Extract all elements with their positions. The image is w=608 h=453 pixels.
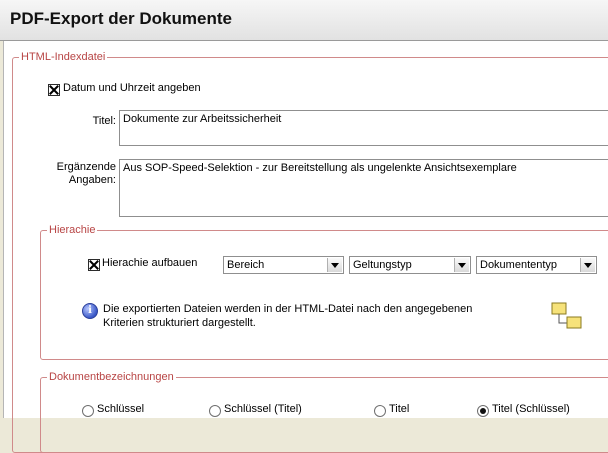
hierarchy-level2-value: Geltungstyp: [353, 259, 412, 271]
info-icon: i: [82, 303, 98, 319]
build-hierarchy-checkbox[interactable]: [88, 259, 100, 271]
doc-names-legend: Dokumentbezeichnungen: [49, 371, 174, 383]
extra-info-input[interactable]: Aus SOP-Speed-Selektion - zur Bereitstel…: [119, 159, 608, 217]
hierarchy-level3-value: Dokumententyp: [480, 259, 558, 271]
datetime-label: Datum und Uhrzeit angeben: [63, 82, 201, 94]
folder-tree-icon: [551, 302, 582, 329]
chevron-down-icon[interactable]: [454, 258, 469, 272]
chevron-down-icon[interactable]: [580, 258, 595, 272]
hierarchy-level1-value: Bereich: [227, 259, 265, 271]
radio-schluessel-titel[interactable]: [209, 405, 221, 417]
dialog-title: PDF-Export der Dokumente: [10, 9, 232, 28]
hierarchy-info-line1: Die exportierten Dateien werden in der H…: [103, 303, 473, 315]
radio-titel-label: Titel: [389, 403, 410, 415]
hierarchy-group: Hierachie: [40, 224, 608, 360]
hierarchy-info-line2: Kriterien strukturiert dargestellt.: [103, 317, 256, 329]
extra-info-label-line1: Ergänzende: [56, 161, 116, 173]
hierarchy-legend: Hierachie: [49, 224, 96, 236]
radio-titel-schluessel-label: Titel (Schlüssel): [492, 403, 570, 415]
title-input[interactable]: Dokumente zur Arbeitssicherheit: [119, 110, 608, 146]
dialog-content: HTML-Indexdatei Datum und Uhrzeit angebe…: [3, 41, 608, 453]
html-index-legend: HTML-Indexdatei: [21, 51, 106, 63]
hierarchy-level2-select[interactable]: Geltungstyp: [349, 256, 471, 274]
build-hierarchy-label: Hierachie aufbauen: [102, 257, 198, 269]
radio-schluessel[interactable]: [82, 405, 94, 417]
extra-info-label-line2: Angaben:: [68, 174, 116, 186]
radio-titel[interactable]: [374, 405, 386, 417]
radio-schluessel-label: Schlüssel: [97, 403, 145, 415]
hierarchy-level3-select[interactable]: Dokumententyp: [476, 256, 597, 274]
radio-titel-schluessel[interactable]: [477, 405, 489, 417]
datetime-checkbox[interactable]: [48, 84, 60, 96]
title-label: Titel:: [92, 115, 116, 127]
radio-schluessel-titel-label: Schlüssel (Titel): [224, 403, 302, 415]
dialog-titlebar: PDF-Export der Dokumente: [0, 0, 608, 41]
hierarchy-level1-select[interactable]: Bereich: [223, 256, 344, 274]
chevron-down-icon[interactable]: [327, 258, 342, 272]
